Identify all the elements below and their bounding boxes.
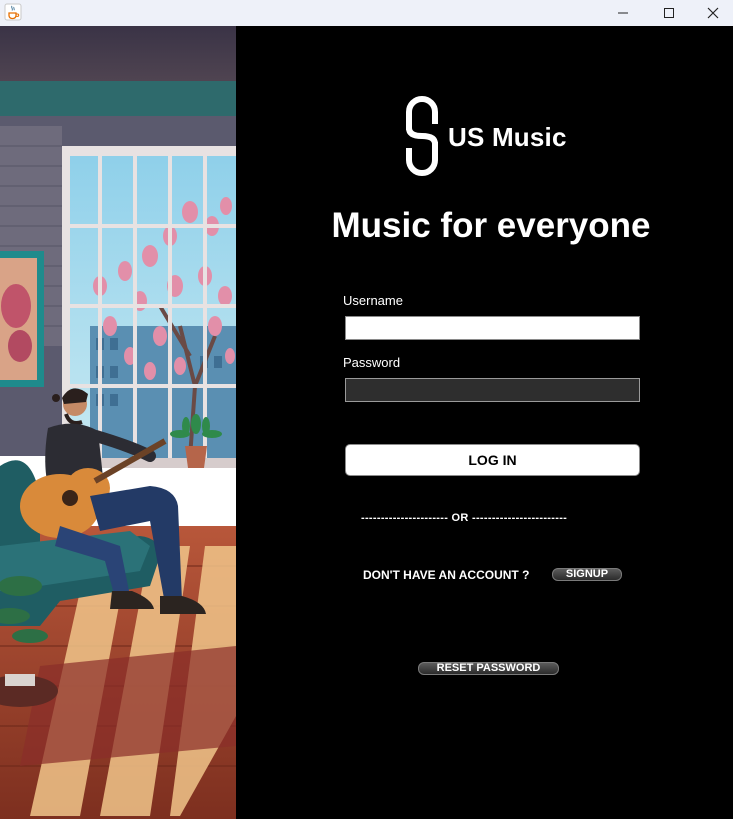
us-music-logo-icon [404, 94, 440, 178]
username-input[interactable] [345, 316, 640, 340]
reset-password-button[interactable]: RESET PASSWORD [418, 662, 559, 675]
close-button[interactable] [690, 0, 733, 26]
or-divider: ---------------------- OR --------------… [361, 512, 568, 524]
password-label: Password [343, 355, 401, 370]
java-coffee-cup-icon [4, 3, 22, 21]
guitarist-illustration [0, 26, 236, 819]
no-account-prompt: DON'T HAVE AN ACCOUNT ? [363, 568, 530, 582]
page-title: Music for everyone [331, 206, 651, 245]
password-input[interactable] [345, 378, 640, 402]
brand-name: US Music [448, 122, 567, 152]
close-icon [707, 7, 719, 19]
signup-button[interactable]: SIGNUP [552, 568, 622, 581]
username-label: Username [343, 293, 403, 308]
window-titlebar [0, 0, 733, 26]
maximize-button[interactable] [646, 0, 692, 26]
login-panel: US Music Music for everyone Username Pas… [236, 26, 733, 819]
login-button[interactable]: LOG IN [345, 444, 640, 476]
minimize-icon [618, 12, 628, 14]
minimize-button[interactable] [600, 0, 646, 26]
maximize-icon [664, 8, 674, 18]
